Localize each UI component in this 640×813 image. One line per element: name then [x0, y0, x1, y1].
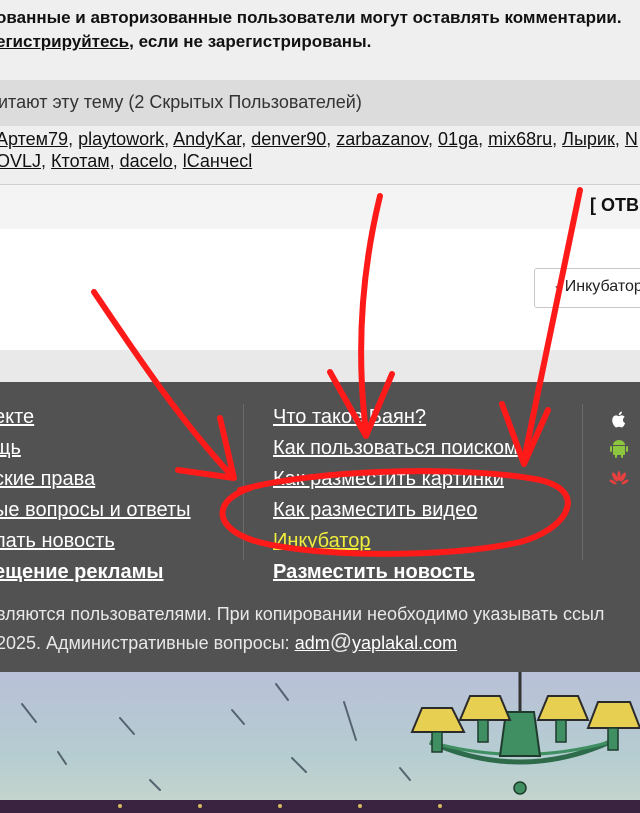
user-link[interactable]: lСанчесl — [183, 151, 253, 171]
user-link[interactable]: Ктотам — [51, 151, 110, 171]
footer-link-copyright[interactable]: ские права — [0, 468, 239, 499]
user-link[interactable]: AndyKar — [173, 129, 241, 149]
copyright-line-2: 2025. Административные вопросы: adm@yapl… — [0, 628, 640, 657]
readers-header: итают эту тему (2 Скрытых Пользователей) — [0, 80, 640, 126]
user-link[interactable]: OVLJ — [0, 151, 41, 171]
readers-row-2: OVLJ, Ктотам, dacelo, lСанчесl — [0, 150, 640, 172]
notice-line-2: егистрируйтесь, если не зарегистрированы… — [0, 30, 640, 54]
footer-copyright: вляются пользователями. При копировании … — [0, 600, 640, 657]
footer-col-middle: Что такое Баян? Как пользоваться поиском… — [273, 406, 573, 592]
readers-heading: итают эту тему (2 Скрытых Пользователей) — [0, 92, 362, 112]
footer-link-help[interactable]: щь — [0, 437, 239, 468]
forum-select-value: - Инкубатор — [555, 278, 640, 295]
footer-link-incubator[interactable]: Инкубатор — [273, 530, 573, 561]
footer-link-post-news[interactable]: Разместить новость — [273, 561, 573, 592]
user-link[interactable]: dacelo — [120, 151, 173, 171]
user-link[interactable]: denver90 — [251, 129, 326, 149]
apple-icon[interactable] — [608, 408, 630, 430]
footer-divider-1 — [243, 404, 244, 560]
user-link[interactable]: zarbazanov — [336, 129, 428, 149]
footer-link-about[interactable]: екте — [0, 406, 239, 437]
register-link[interactable]: егистрируйтесь — [0, 32, 129, 51]
footer-illustration — [0, 672, 640, 813]
admin-email-user[interactable]: adm — [295, 633, 330, 653]
footer-link-search-help[interactable]: Как пользоваться поиском — [273, 437, 573, 468]
user-link[interactable]: playtowork — [78, 129, 164, 149]
copyright-line-2-prefix: 2025. Административные вопросы: — [0, 633, 295, 653]
footer-link-advertising[interactable]: ещение рекламы — [0, 561, 239, 592]
readers-row-1: Артем79, playtowork, AndyKar, denver90, … — [0, 128, 640, 150]
huawei-icon[interactable] — [608, 468, 630, 490]
footer-divider-2 — [582, 404, 583, 560]
user-link[interactable]: N — [625, 129, 638, 149]
footer-link-faq[interactable]: ые вопросы и ответы — [0, 499, 239, 530]
copyright-line-1: вляются пользователями. При копировании … — [0, 604, 605, 624]
reply-bar: [ ОТВЕ — [0, 184, 640, 230]
admin-email-domain[interactable]: yaplakal.com — [352, 633, 457, 653]
footer-link-post-video[interactable]: Как разместить видео — [273, 499, 573, 530]
footer-link-suggest-news[interactable]: лать новость — [0, 530, 239, 561]
footer-col-left: екте щь ские права ые вопросы и ответы л… — [0, 406, 239, 592]
notice-line-1: ованные и авторизованные пользователи мо… — [0, 8, 622, 27]
user-link[interactable]: Артем79 — [0, 129, 68, 149]
at-icon: @ — [329, 629, 353, 654]
footer-illustration-svg — [0, 672, 640, 813]
android-icon[interactable] — [608, 438, 630, 460]
notice-line-2-rest: , если не зарегистрированы. — [129, 32, 372, 51]
user-link[interactable]: Лырик — [562, 129, 615, 149]
login-notice: ованные и авторизованные пользователи мо… — [0, 6, 640, 54]
footer-link-bayan[interactable]: Что такое Баян? — [273, 406, 573, 437]
footer-link-post-images[interactable]: Как разместить картинки — [273, 468, 573, 499]
reply-button[interactable]: [ ОТВЕ — [590, 195, 640, 216]
forum-select[interactable]: - Инкубатор — [534, 268, 640, 308]
readers-list: Артем79, playtowork, AndyKar, denver90, … — [0, 128, 640, 172]
footer-spacer — [0, 350, 640, 382]
user-link[interactable]: 01ga — [438, 129, 478, 149]
user-link[interactable]: mix68ru — [488, 129, 552, 149]
